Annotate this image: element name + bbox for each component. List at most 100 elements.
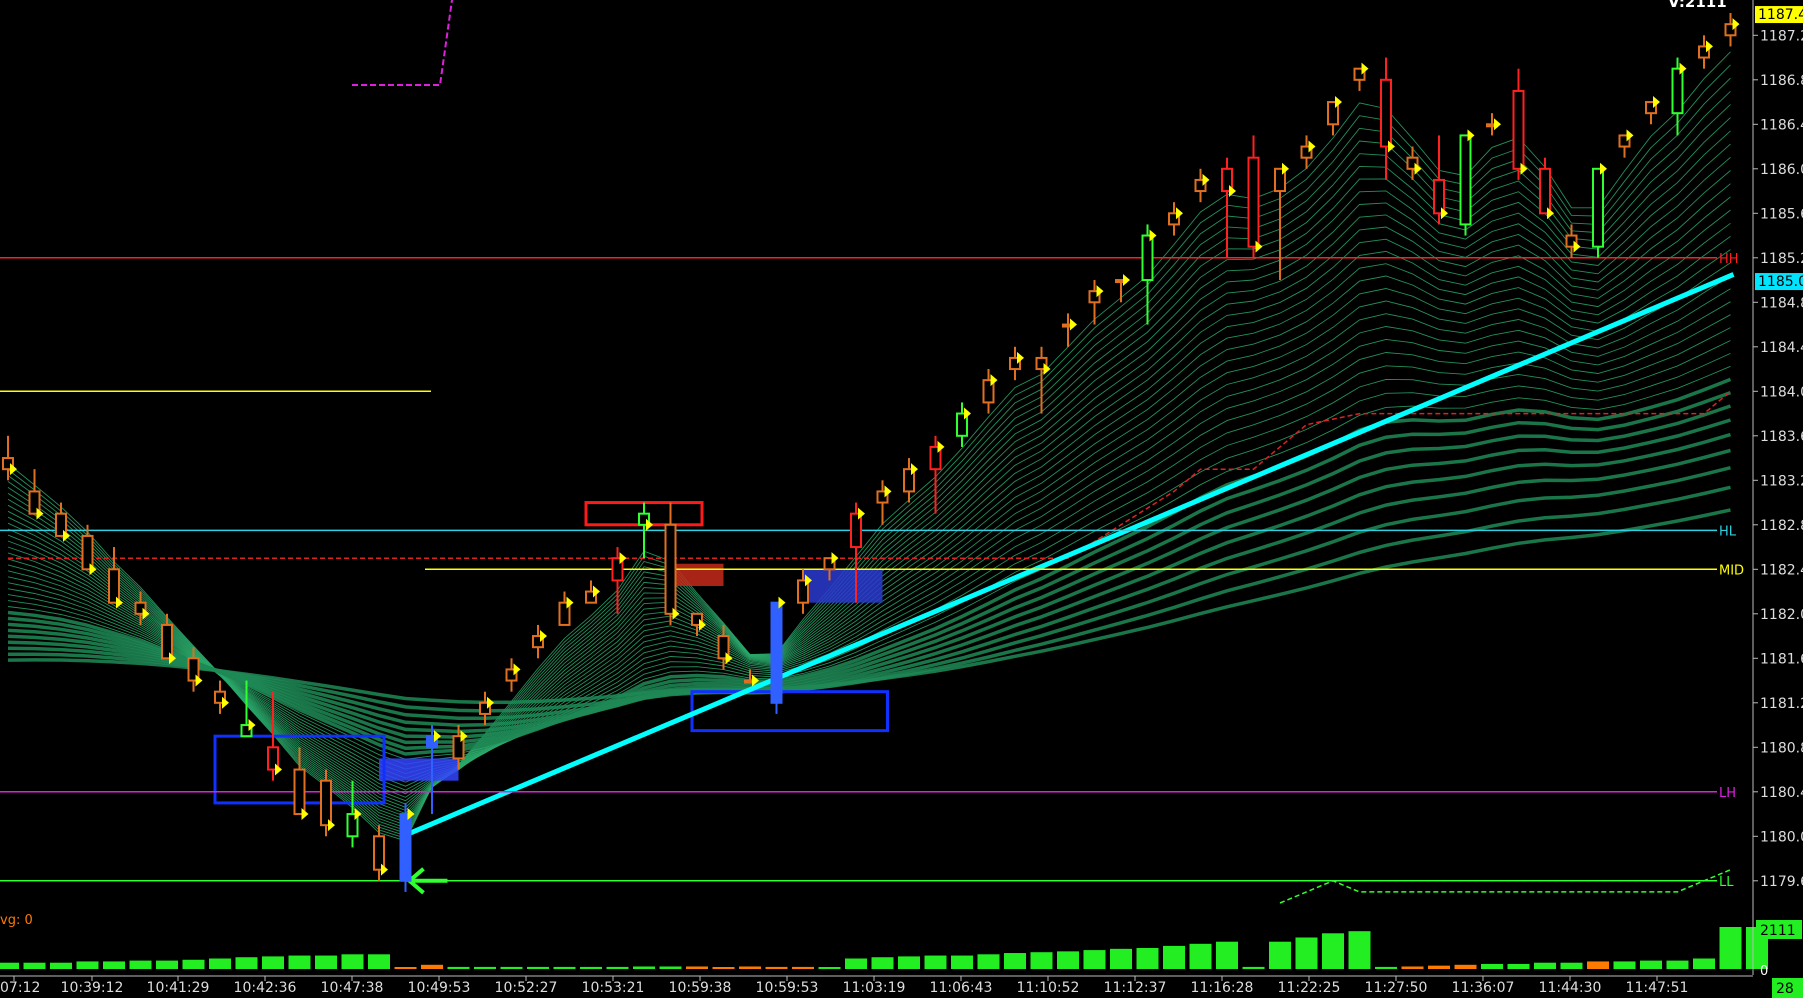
candle-body [664, 523, 677, 615]
candle-body [1592, 167, 1604, 248]
candle-body [373, 835, 385, 871]
price-tick-label: 1183.2 [1760, 473, 1803, 489]
volume-bar [1375, 966, 1397, 969]
volume-bar [1613, 961, 1636, 969]
level-label-hl: HL [1719, 524, 1737, 539]
candle-body [1380, 78, 1392, 148]
zone-fill [670, 563, 724, 586]
volume-bar [1163, 945, 1185, 969]
time-tick-label: 10:59:38 [669, 980, 732, 996]
candle-body [81, 534, 94, 571]
volume-bar [156, 960, 178, 969]
volume-bar [845, 958, 867, 969]
price-tick-label: 1187.2 [1760, 28, 1803, 44]
price-tick-label: 1182.4 [1760, 562, 1803, 578]
volume-bar [1083, 950, 1106, 969]
time-tick-label: 11:16:28 [1191, 980, 1254, 996]
price-tick-label: 1184.8 [1760, 295, 1803, 311]
volume-bar [288, 955, 311, 969]
time-tick-label: 10:59:53 [756, 980, 819, 996]
volume-bar [1348, 931, 1371, 969]
volume-bar [1322, 933, 1344, 969]
volume-bar [818, 967, 841, 969]
price-tick-label: 1183.6 [1760, 429, 1803, 445]
price-tick-label: 1181.6 [1760, 651, 1803, 667]
level-label-mid: MID [1719, 563, 1744, 578]
volume-bar [686, 966, 708, 969]
volume-bar [1560, 962, 1583, 969]
zone-fill [379, 758, 459, 781]
volume-bar [712, 967, 735, 969]
volume-bar [50, 962, 72, 969]
level-label-lh: LH [1719, 786, 1736, 801]
volume-bar [871, 957, 894, 969]
price-tick-label: 1184.4 [1760, 340, 1803, 356]
candle-body [1247, 156, 1260, 248]
volume-bar [368, 954, 390, 969]
price-tick-label: 1185.2 [1760, 251, 1803, 267]
avg-label: vg: 0 [0, 913, 33, 928]
time-tick-label: 10:52:27 [495, 980, 558, 996]
time-tick-label: 11:06:43 [930, 980, 993, 996]
time-tick-label: 11:10:52 [1017, 980, 1080, 996]
volume-bar [500, 966, 523, 969]
price-tick-label: 1184.0 [1760, 384, 1803, 400]
price-tick-label: 1179.6 [1760, 874, 1803, 890]
volume-bar [209, 958, 231, 969]
time-tick-label: 11:03:19 [843, 980, 906, 996]
candle-body [1459, 134, 1472, 226]
volume-bar [421, 964, 443, 969]
candle-body [1141, 234, 1154, 282]
time-tick-label: 10:47:38 [321, 980, 384, 996]
volume-bar [315, 955, 337, 969]
volume-bar [474, 966, 496, 969]
volume-bar [1057, 951, 1079, 969]
time-axis: 07:12 10:39:12 10:41:29 10:42:36 10:47:38 10:… [0, 975, 1803, 998]
volume-bar [1719, 927, 1742, 969]
time-tick-label: 11:36:07 [1452, 980, 1515, 996]
volume-bar [951, 955, 973, 969]
volume-bar [765, 966, 788, 969]
price-tick-label: 1186.8 [1760, 73, 1803, 89]
volume-bar [1401, 966, 1424, 969]
price-tick-label: 1182.8 [1760, 518, 1803, 534]
corner-volume-label: V:2111 [1668, 0, 1727, 11]
volume-bar [924, 955, 947, 969]
trendline-price-label: 1185.0 [1758, 274, 1803, 290]
volume-bar [739, 966, 761, 969]
volume-bar [76, 961, 99, 969]
volume-bar [898, 956, 920, 969]
time-tick-label: 11:44:30 [1539, 980, 1602, 996]
candle-body [293, 768, 306, 816]
volume-bar [262, 956, 284, 969]
level-label-hh: HH [1719, 252, 1739, 267]
candle-body [399, 813, 412, 882]
time-tick-label: 11:12:37 [1104, 980, 1167, 996]
volume-bar [129, 960, 152, 969]
candle-body [1539, 167, 1551, 215]
volume-bar [394, 967, 417, 969]
volume-bar [1242, 966, 1265, 969]
volume-bar [1587, 961, 1609, 969]
price-tick-label: 1181.2 [1760, 696, 1803, 712]
volume-bar [606, 966, 629, 969]
volume-bar [1640, 960, 1662, 969]
volume-bar [1269, 941, 1291, 969]
volume-bar [1454, 964, 1477, 969]
volume-bar [1295, 937, 1318, 969]
volume-bar [527, 966, 549, 969]
volume-bar [1666, 960, 1689, 969]
volume-readout: 2111 [1760, 923, 1796, 939]
volume-bar [1534, 962, 1556, 969]
volume-bar [235, 957, 258, 969]
volume-bar [1136, 948, 1159, 969]
volume-bar [1481, 963, 1503, 969]
price-tick-label: 1180.4 [1760, 785, 1803, 801]
candle-body [770, 601, 783, 704]
volume-bar [1189, 943, 1212, 969]
zone-fill [803, 569, 883, 603]
volume-bar [1216, 941, 1238, 969]
volume-bar [633, 966, 655, 969]
volume-bar [1428, 965, 1450, 969]
candle-body [850, 512, 862, 549]
